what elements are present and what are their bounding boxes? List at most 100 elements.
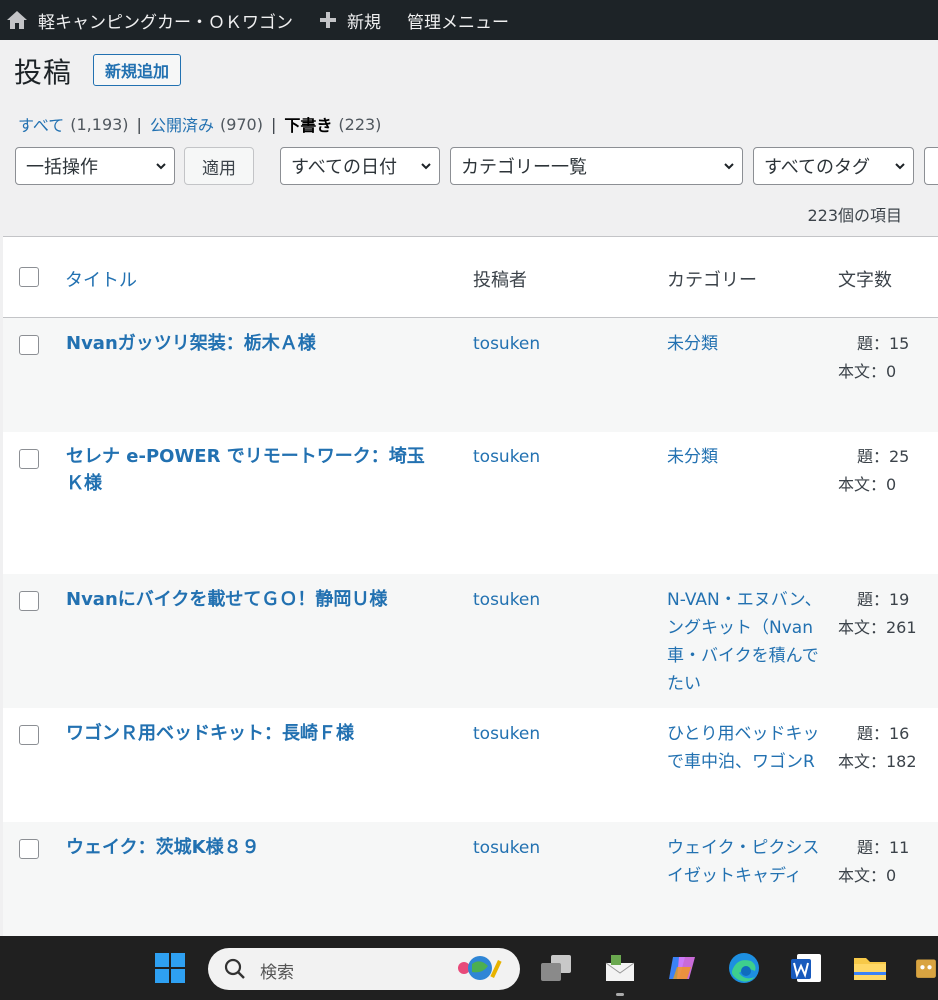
post-author-link[interactable]: tosuken xyxy=(473,334,540,354)
word-count: 題：15 本文：0 xyxy=(838,330,909,386)
copilot-icon xyxy=(669,957,695,979)
view-publish-count: (970) xyxy=(219,114,263,134)
row-checkbox[interactable] xyxy=(19,335,39,355)
column-author-header: 投稿者 xyxy=(473,270,527,291)
tag-filter-select[interactable]: すべてのタグ xyxy=(753,147,914,185)
category-filter-value: カテゴリー一覧 xyxy=(461,157,587,178)
body-word-count: 本文：0 xyxy=(838,475,897,494)
app-icon xyxy=(916,959,936,978)
file-explorer-app[interactable] xyxy=(852,950,888,986)
extra-filter-select[interactable] xyxy=(924,147,938,185)
category-link[interactable]: ングキット（Nvan xyxy=(667,614,825,642)
extra-app[interactable] xyxy=(914,950,938,986)
mail-app-icon xyxy=(605,955,635,981)
search-icon xyxy=(224,958,245,979)
post-categories[interactable]: 未分類 xyxy=(667,330,825,358)
edge-icon xyxy=(729,953,759,983)
admin-bar: 軽キャンピングカー・ＯＫワゴン 新規 管理メニュー xyxy=(0,0,938,40)
post-categories[interactable]: ウェイク・ピクシス イゼットキャディ xyxy=(667,834,825,890)
search-placeholder: 検索 xyxy=(260,963,294,983)
category-link[interactable]: N-VAN・エヌバン、 xyxy=(667,586,825,614)
title-word-count: 題：19 xyxy=(857,590,910,609)
row-checkbox[interactable] xyxy=(19,449,39,469)
table-header: タイトル 投稿者 カテゴリー 文字数 xyxy=(3,236,938,318)
category-link[interactable]: で車中泊、ワゴンR xyxy=(667,748,825,776)
word-icon xyxy=(791,954,821,982)
view-publish-link[interactable]: 公開済み xyxy=(150,112,214,136)
body-word-count: 本文：0 xyxy=(838,362,897,381)
row-checkbox[interactable] xyxy=(19,725,39,745)
view-all-count: (1,193) xyxy=(70,114,129,134)
select-all-checkbox[interactable] xyxy=(19,267,39,287)
chevron-down-icon xyxy=(421,163,431,170)
post-title-link[interactable]: ウェイク：茨城K様８９ xyxy=(66,834,446,861)
post-author-link[interactable]: tosuken xyxy=(473,590,540,610)
category-link[interactable]: イゼットキャディ xyxy=(667,862,825,890)
word-count: 題：19 本文：261 xyxy=(838,586,917,642)
table-row: ウェイク：茨城K様８９ tosuken ウェイク・ピクシス イゼットキャディ 題… xyxy=(3,822,938,936)
row-checkbox[interactable] xyxy=(19,591,39,611)
view-all-label: すべて xyxy=(18,116,65,135)
post-categories[interactable]: 未分類 xyxy=(667,443,825,471)
start-button[interactable] xyxy=(152,950,188,986)
word-count: 題：16 本文：182 xyxy=(838,720,917,776)
chevron-down-icon xyxy=(724,163,734,170)
column-categories-header: カテゴリー xyxy=(667,270,757,291)
admin-menu-link[interactable]: 管理メニュー xyxy=(391,0,519,40)
post-author-link[interactable]: tosuken xyxy=(473,838,540,858)
post-title-link[interactable]: ワゴンＲ用ベッドキット：長崎Ｆ様 xyxy=(66,720,446,747)
view-publish-label: 公開済み xyxy=(149,116,214,135)
column-word-count-header: 文字数 xyxy=(838,270,892,291)
category-filter-select[interactable]: カテゴリー一覧 xyxy=(450,147,743,185)
bulk-action-select[interactable]: 一括操作 xyxy=(15,147,175,185)
site-name-label: 軽キャンピングカー・ＯＫワゴン xyxy=(38,12,293,33)
post-status-filter: すべて (1,193) | 公開済み (970) | 下書き (223) xyxy=(18,112,381,136)
separator: | xyxy=(136,114,142,134)
category-link[interactable]: 未分類 xyxy=(667,330,825,358)
word-app[interactable] xyxy=(788,950,824,986)
windows-logo-icon xyxy=(155,953,185,983)
taskbar-search-box[interactable]: 検索 xyxy=(208,948,520,990)
search-highlight-icon xyxy=(458,956,502,980)
file-manager-app[interactable] xyxy=(602,950,638,996)
category-link[interactable]: 未分類 xyxy=(667,443,825,471)
view-draft-link[interactable]: 下書き xyxy=(284,112,332,136)
category-link[interactable]: 車・バイクを積んで xyxy=(667,642,825,670)
view-all-link[interactable]: すべて xyxy=(18,112,64,136)
home-icon xyxy=(6,10,28,30)
copilot-app[interactable] xyxy=(664,950,700,986)
word-count: 題：25 本文：0 xyxy=(838,443,909,499)
post-author-link[interactable]: tosuken xyxy=(473,724,540,744)
category-link[interactable]: ウェイク・ピクシス xyxy=(667,834,825,862)
post-categories[interactable]: ひとり用ベッドキッ で車中泊、ワゴンR xyxy=(667,720,825,776)
tag-filter-value: すべてのタグ xyxy=(764,157,871,178)
admin-menu-label: 管理メニュー xyxy=(407,12,509,33)
plus-icon xyxy=(319,11,337,29)
category-link[interactable]: たい xyxy=(667,670,825,698)
post-title-link[interactable]: Nvanガッツリ架装：栃木Ａ様 xyxy=(66,330,446,357)
post-title-link[interactable]: Nvanにバイクを載せてＧＯ！静岡Ｕ様 xyxy=(66,586,446,613)
view-draft-count: (223) xyxy=(338,114,382,134)
post-categories[interactable]: N-VAN・エヌバン、 ングキット（Nvan 車・バイクを積んで たい xyxy=(667,586,825,698)
row-checkbox[interactable] xyxy=(19,839,39,859)
site-name-link[interactable]: 軽キャンピングカー・ＯＫワゴン xyxy=(0,0,303,40)
word-count: 題：11 本文：0 xyxy=(838,834,909,890)
page-title: 投稿 xyxy=(14,56,73,89)
post-author-link[interactable]: tosuken xyxy=(473,447,540,467)
body-word-count: 本文：261 xyxy=(838,618,917,637)
post-title-link[interactable]: セレナ e-POWER でリモートワーク：埼玉Ｋ様 xyxy=(66,443,438,497)
new-content-link[interactable]: 新規 xyxy=(303,0,391,40)
add-new-button[interactable]: 新規追加 xyxy=(93,54,182,86)
category-link[interactable]: ひとり用ベッドキッ xyxy=(667,720,825,748)
chevron-down-icon xyxy=(156,163,166,170)
edge-browser-app[interactable] xyxy=(726,950,762,986)
table-row: セレナ e-POWER でリモートワーク：埼玉Ｋ様 tosuken 未分類 題：… xyxy=(3,432,938,574)
items-count: 223個の項目 xyxy=(807,206,902,225)
date-filter-select[interactable]: すべての日付 xyxy=(280,147,440,185)
task-view-icon xyxy=(541,955,571,981)
chevron-down-icon xyxy=(895,163,905,170)
apply-button[interactable]: 適用 xyxy=(184,147,254,185)
column-title-header[interactable]: タイトル xyxy=(65,266,137,292)
table-row: Nvanガッツリ架装：栃木Ａ様 tosuken 未分類 題：15 本文：0 xyxy=(3,318,938,432)
task-view-button[interactable] xyxy=(538,950,574,986)
